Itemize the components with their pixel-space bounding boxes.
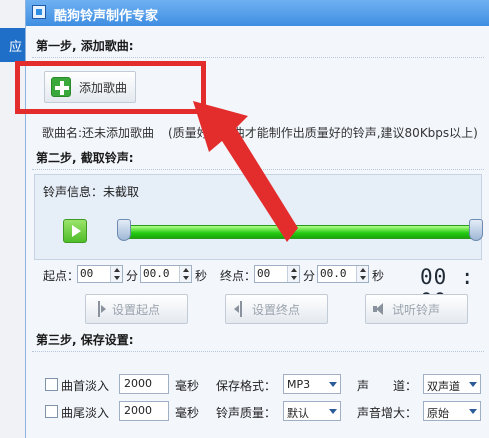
chevron-down-icon	[329, 382, 337, 387]
preview-label: 试听铃声	[392, 302, 441, 317]
step1-separator	[32, 57, 484, 58]
window-title: 酷狗铃声制作专家	[54, 9, 159, 24]
fade-out-unit: 毫秒	[175, 406, 200, 420]
end-label: 终点：	[220, 269, 257, 283]
fade-in-unit: 毫秒	[175, 379, 200, 393]
volume-label: 声音增大：	[357, 406, 418, 420]
step3-title: 第三步, 保存设置:	[36, 333, 134, 347]
add-song-label: 添加歌曲	[79, 80, 128, 95]
start-minute-stepper[interactable]: 00	[77, 265, 123, 283]
ringtone-info: 铃声信息：未截取	[43, 185, 140, 199]
ringtone-maker-window: 酷狗铃声制作专家 第一步, 添加歌曲: 添加歌曲 歌曲名:还未添加歌曲 (质量好的…	[25, 0, 489, 438]
volume-select[interactable]: 原始	[423, 401, 481, 421]
app-icon	[32, 5, 46, 19]
preview-button[interactable]: 试听铃声	[365, 294, 468, 324]
song-name-label: 歌曲名:还未添加歌曲	[42, 126, 155, 140]
start-minute-value: 00	[80, 267, 94, 280]
set-end-icon	[232, 301, 246, 317]
fade-in-input[interactable]: 2000	[119, 374, 169, 394]
stepper-arrows-icon[interactable]	[287, 266, 299, 282]
channel-label: 声 道：	[357, 379, 418, 393]
step3-separator	[32, 351, 484, 352]
chevron-down-icon	[469, 382, 477, 387]
fade-in-label: 曲首淡入	[61, 379, 110, 393]
end-minute-value: 00	[257, 267, 271, 280]
format-label: 保存格式：	[216, 379, 277, 393]
chevron-down-icon	[469, 409, 477, 414]
channel-value: 双声道	[427, 380, 460, 393]
format-select[interactable]: MP3	[283, 374, 341, 394]
set-end-button[interactable]: 设置终点	[225, 294, 328, 324]
end-second-value: 00.0	[320, 267, 347, 280]
start-second-value: 00.0	[143, 267, 170, 280]
add-song-button[interactable]: 添加歌曲	[44, 71, 136, 103]
set-start-button[interactable]: 设置起点	[85, 294, 188, 324]
start-label: 起点：	[43, 269, 80, 283]
step1-title: 第一步, 添加歌曲:	[36, 39, 134, 53]
start-second-stepper[interactable]: 00.0	[140, 265, 192, 283]
set-end-label: 设置终点	[252, 302, 301, 317]
end-second-stepper[interactable]: 00.0	[317, 265, 369, 283]
start-handle[interactable]	[117, 219, 131, 241]
end-minute-stepper[interactable]: 00	[254, 265, 300, 283]
format-value: MP3	[287, 378, 311, 391]
song-quality-hint: (质量好的歌曲才能制作出质量好的铃声,建议80Kbps以上)	[168, 126, 478, 140]
stepper-arrows-icon[interactable]	[110, 266, 122, 282]
start-second-unit: 秒	[195, 269, 208, 283]
speaker-icon	[372, 301, 386, 317]
quality-label: 铃声质量：	[216, 406, 277, 420]
fade-out-checkbox[interactable]	[45, 405, 58, 418]
start-minute-unit: 分	[126, 269, 139, 283]
play-button[interactable]	[63, 219, 87, 243]
chevron-down-icon	[329, 409, 337, 414]
song-name-line: 歌曲名:还未添加歌曲 (质量好的歌曲才能制作出质量好的铃声,建议80Kbps以上)	[42, 124, 478, 141]
volume-value: 原始	[427, 407, 449, 420]
fade-in-checkbox[interactable]	[45, 378, 58, 391]
stepper-arrows-icon[interactable]	[179, 266, 191, 282]
ringtone-panel: 铃声信息：未截取	[34, 174, 483, 260]
fade-out-label: 曲尾淡入	[61, 406, 110, 420]
title-bar: 酷狗铃声制作专家	[26, 0, 489, 26]
step2-title: 第二步, 截取铃声:	[36, 151, 134, 165]
end-handle[interactable]	[469, 219, 483, 241]
quality-select[interactable]: 默认	[283, 401, 341, 421]
channel-select[interactable]: 双声道	[423, 374, 481, 394]
fade-out-input[interactable]: 2000	[119, 401, 169, 421]
step2-separator	[32, 169, 484, 170]
stepper-arrows-icon[interactable]	[356, 266, 368, 282]
set-start-label: 设置起点	[112, 302, 161, 317]
set-start-icon	[92, 301, 106, 317]
end-second-unit: 秒	[372, 269, 385, 283]
trim-range-track[interactable]	[119, 225, 477, 239]
end-minute-unit: 分	[303, 269, 316, 283]
plus-icon	[51, 77, 71, 97]
quality-value: 默认	[287, 407, 309, 420]
